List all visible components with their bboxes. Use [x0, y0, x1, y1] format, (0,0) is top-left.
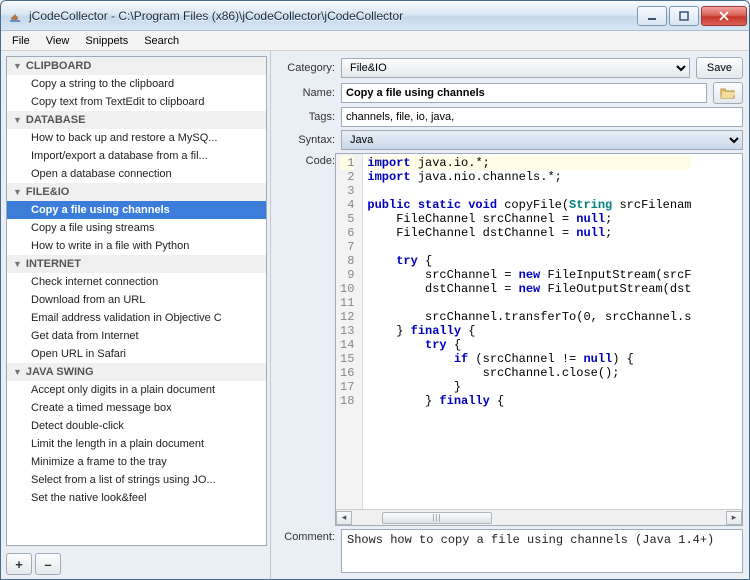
tree-item[interactable]: Copy text from TextEdit to clipboard — [7, 93, 266, 111]
tree-item[interactable]: Minimize a frame to the tray — [7, 453, 266, 471]
tree-category[interactable]: ▼DATABASE — [7, 111, 266, 129]
tree-item[interactable]: Download from an URL — [7, 291, 266, 309]
sidebar: ▼CLIPBOARDCopy a string to the clipboard… — [1, 51, 271, 579]
name-label: Name: — [275, 87, 335, 99]
menu-view[interactable]: View — [39, 33, 77, 49]
add-button[interactable]: + — [6, 553, 32, 575]
maximize-button[interactable] — [669, 6, 699, 26]
category-select[interactable]: File&IO — [341, 58, 690, 78]
close-button[interactable] — [701, 6, 747, 26]
tree-item[interactable]: Open URL in Safari — [7, 345, 266, 363]
code-text[interactable]: import java.io.*;import java.nio.channel… — [363, 154, 695, 509]
tree-item[interactable]: Copy a string to the clipboard — [7, 75, 266, 93]
tree-item[interactable]: Set the native look&feel — [7, 489, 266, 507]
tree-item[interactable]: Get data from Internet — [7, 327, 266, 345]
tree-item[interactable]: Open a database connection — [7, 165, 266, 183]
tree-item[interactable]: How to write in a file with Python — [7, 237, 266, 255]
scroll-track[interactable]: ||| — [352, 511, 726, 525]
window-title: jCodeCollector - C:\Program Files (x86)\… — [29, 9, 637, 23]
menubar: File View Snippets Search — [1, 31, 749, 51]
menu-snippets[interactable]: Snippets — [78, 33, 135, 49]
scroll-right-arrow[interactable]: ▸ — [726, 511, 742, 525]
titlebar[interactable]: jCodeCollector - C:\Program Files (x86)\… — [1, 1, 749, 31]
tree-category[interactable]: ▼FILE&IO — [7, 183, 266, 201]
scroll-thumb[interactable]: ||| — [382, 512, 492, 524]
menu-file[interactable]: File — [5, 33, 37, 49]
main-panel: Category: File&IO Save Name: Tags: Synta… — [271, 51, 749, 579]
open-button[interactable] — [713, 82, 743, 104]
code-label: Code: — [275, 153, 335, 526]
tree-item[interactable]: Accept only digits in a plain document — [7, 381, 266, 399]
tree-item[interactable]: Limit the length in a plain document — [7, 435, 266, 453]
tree-item[interactable]: Select from a list of strings using JO..… — [7, 471, 266, 489]
syntax-label: Syntax: — [275, 134, 335, 146]
chevron-down-icon: ▼ — [13, 61, 22, 71]
tree-item[interactable]: Import/export a database from a fil... — [7, 147, 266, 165]
remove-button[interactable]: – — [35, 553, 61, 575]
menu-search[interactable]: Search — [137, 33, 186, 49]
scroll-left-arrow[interactable]: ◂ — [336, 511, 352, 525]
chevron-down-icon: ▼ — [13, 259, 22, 269]
comment-label: Comment: — [275, 529, 335, 573]
tree-category[interactable]: ▼JAVA SWING — [7, 363, 266, 381]
tree-item[interactable]: Detect double-click — [7, 417, 266, 435]
app-icon — [7, 8, 23, 24]
minimize-button[interactable] — [637, 6, 667, 26]
category-label: Category: — [275, 62, 335, 74]
tree-item[interactable]: How to back up and restore a MySQ... — [7, 129, 266, 147]
chevron-down-icon: ▼ — [13, 115, 22, 125]
name-input[interactable] — [341, 83, 707, 103]
chevron-down-icon: ▼ — [13, 187, 22, 197]
horizontal-scrollbar[interactable]: ◂ ||| ▸ — [336, 509, 742, 525]
tree-item[interactable]: Copy a file using streams — [7, 219, 266, 237]
syntax-select[interactable]: Java — [341, 130, 743, 150]
tree-item[interactable]: Copy a file using channels — [7, 201, 266, 219]
tree-category[interactable]: ▼CLIPBOARD — [7, 57, 266, 75]
tree-item[interactable]: Create a timed message box — [7, 399, 266, 417]
line-gutter: 123456789101112131415161718 — [336, 154, 363, 509]
tree-item[interactable]: Email address validation in Objective C — [7, 309, 266, 327]
snippet-tree[interactable]: ▼CLIPBOARDCopy a string to the clipboard… — [6, 56, 267, 546]
tree-item[interactable]: Check internet connection — [7, 273, 266, 291]
tags-label: Tags: — [275, 111, 335, 123]
comment-box[interactable]: Shows how to copy a file using channels … — [341, 529, 743, 573]
tags-input[interactable] — [341, 107, 743, 127]
app-window: jCodeCollector - C:\Program Files (x86)\… — [0, 0, 750, 580]
code-editor[interactable]: 123456789101112131415161718 import java.… — [335, 153, 743, 526]
save-button[interactable]: Save — [696, 57, 743, 79]
chevron-down-icon: ▼ — [13, 367, 22, 377]
tree-category[interactable]: ▼INTERNET — [7, 255, 266, 273]
folder-open-icon — [720, 86, 736, 100]
